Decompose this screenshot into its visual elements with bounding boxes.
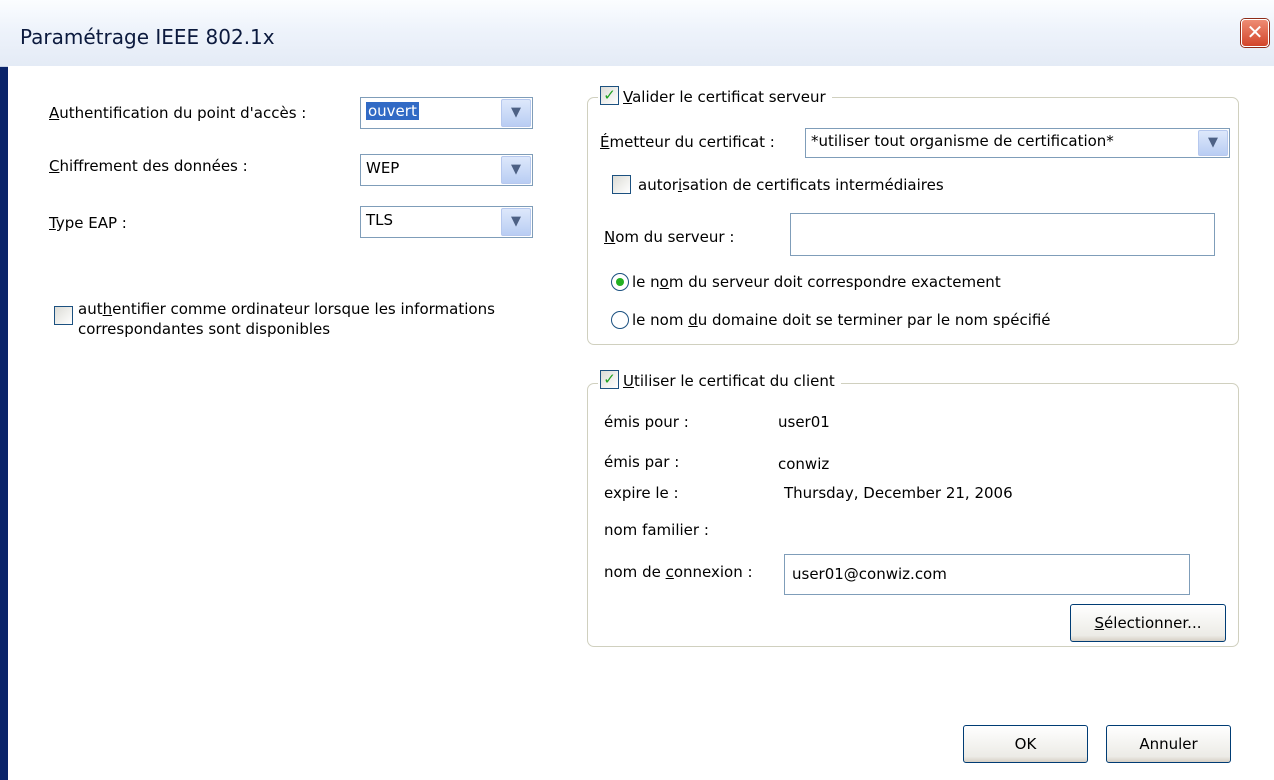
friendly-name-label: nom familier : xyxy=(604,521,709,539)
match-domain-label[interactable]: le nom du domaine doit se terminer par l… xyxy=(632,311,1051,329)
issuer-select[interactable]: *utiliser tout organisme de certificatio… xyxy=(805,128,1230,158)
chevron-down-icon[interactable]: ▼ xyxy=(501,156,531,184)
intermediate-certs-checkbox[interactable] xyxy=(612,175,631,194)
expires-label: expire le : xyxy=(604,484,679,502)
ok-button[interactable]: OK xyxy=(963,725,1088,763)
issuer-label: Émetteur du certificat : xyxy=(600,133,775,151)
eap-label: Type EAP : xyxy=(49,214,127,232)
computer-auth-label[interactable]: authentifier comme ordinateur lorsque le… xyxy=(78,299,495,339)
issued-to-label: émis pour : xyxy=(604,413,689,431)
check-icon: ✓ xyxy=(603,370,616,388)
login-name-label: nom de connexion : xyxy=(604,563,753,581)
close-icon: ✕ xyxy=(1246,20,1264,44)
title-bar[interactable]: Paramétrage IEEE 802.1x ✕ xyxy=(0,0,1274,67)
client-cert-legend[interactable]: ✓ Utiliser le certificat du client xyxy=(598,370,841,391)
issued-by-label: émis par : xyxy=(604,453,680,471)
encrypt-select[interactable]: WEP ▼ xyxy=(360,154,533,186)
computer-auth-checkbox[interactable] xyxy=(54,306,73,325)
chevron-down-icon[interactable]: ▼ xyxy=(1198,130,1228,156)
login-name-input[interactable]: user01@conwiz.com xyxy=(784,554,1190,595)
window-title: Paramétrage IEEE 802.1x xyxy=(20,25,275,49)
server-name-input[interactable] xyxy=(790,213,1215,256)
server-name-label: Nom du serveur : xyxy=(604,228,735,246)
chevron-down-icon[interactable]: ▼ xyxy=(501,99,531,127)
match-exact-label[interactable]: le nom du serveur doit correspondre exac… xyxy=(632,273,1001,291)
match-domain-radio[interactable] xyxy=(611,311,629,329)
select-cert-button[interactable]: Sélectionner... xyxy=(1070,604,1226,642)
auth-label: Authentification du point d'accès : xyxy=(49,104,307,122)
cancel-button[interactable]: Annuler xyxy=(1106,725,1231,763)
chevron-down-icon[interactable]: ▼ xyxy=(501,208,531,236)
expires-value: Thursday, December 21, 2006 xyxy=(784,484,1013,502)
intermediate-certs-label[interactable]: autorisation de certificats intermédiair… xyxy=(638,176,944,194)
auth-select-value: ouvert xyxy=(366,102,419,120)
use-client-cert-checkbox[interactable]: ✓ xyxy=(600,370,619,389)
issued-by-value: conwiz xyxy=(778,455,830,473)
close-button[interactable]: ✕ xyxy=(1241,19,1269,47)
encrypt-label: Chiffrement des données : xyxy=(49,157,248,175)
login-name-value: user01@conwiz.com xyxy=(792,565,947,583)
check-icon: ✓ xyxy=(603,86,616,104)
issued-to-value: user01 xyxy=(778,413,830,431)
encrypt-select-value: WEP xyxy=(366,159,400,177)
auth-select[interactable]: ouvert ▼ xyxy=(360,97,533,129)
eap-select[interactable]: TLS ▼ xyxy=(360,206,533,238)
dialog-window: Paramétrage IEEE 802.1x ✕ Authentificati… xyxy=(0,0,1274,780)
match-exact-radio[interactable] xyxy=(611,273,629,291)
dialog-client-area: Authentification du point d'accès : ouve… xyxy=(8,66,1274,780)
validate-server-cert-checkbox[interactable]: ✓ xyxy=(600,86,619,105)
issuer-select-value: *utiliser tout organisme de certificatio… xyxy=(811,132,1114,150)
server-cert-legend[interactable]: ✓ Valider le certificat serveur xyxy=(598,86,832,107)
eap-select-value: TLS xyxy=(366,211,394,229)
